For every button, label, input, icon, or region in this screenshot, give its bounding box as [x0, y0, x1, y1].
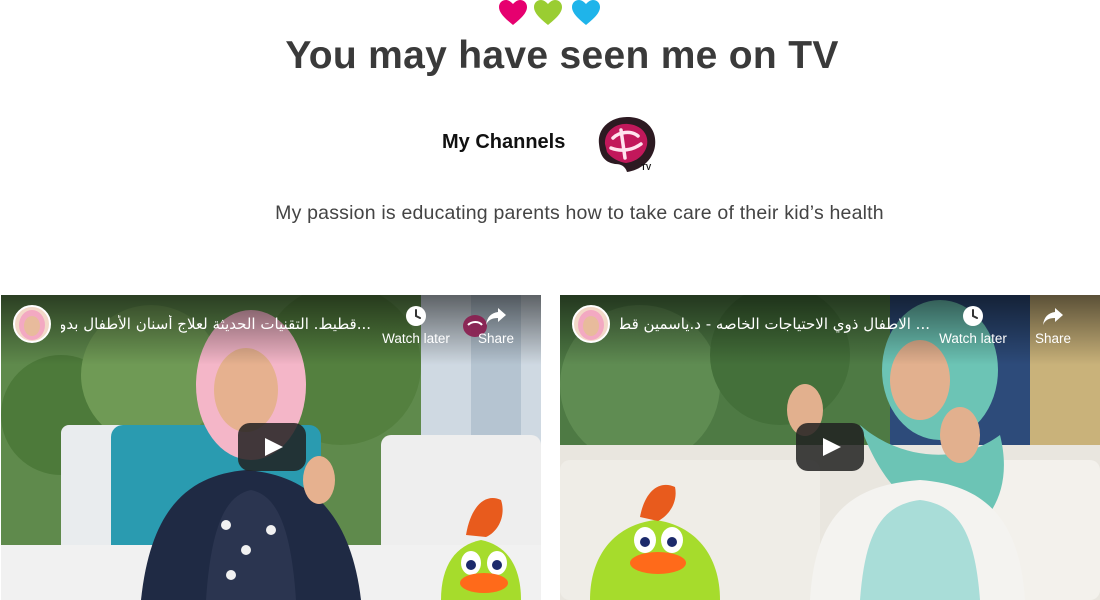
- clock-icon: [406, 306, 426, 326]
- video-title[interactable]: ...قطيط. التقنيات الحديثة لعلاج أسنان ال…: [61, 315, 371, 333]
- video-embed[interactable]: ... الاطفال ذوي الاحتياجات الخاصه - د.يا…: [560, 295, 1100, 600]
- channel-avatar[interactable]: [572, 305, 610, 343]
- watch-later-label: Watch later: [382, 331, 450, 346]
- watch-later-label: Watch later: [939, 331, 1007, 346]
- share-icon: [1043, 308, 1063, 325]
- page-title: You may have seen me on TV: [285, 34, 839, 77]
- video-embed[interactable]: ...قطيط. التقنيات الحديثة لعلاج أسنان ال…: [1, 295, 541, 600]
- video-title[interactable]: ... الاطفال ذوي الاحتياجات الخاصه - د.يا…: [620, 315, 930, 333]
- play-button[interactable]: [238, 423, 306, 471]
- share-label: Share: [1034, 331, 1072, 346]
- channels-label: My Channels: [442, 131, 566, 153]
- play-icon: [265, 438, 283, 456]
- abu-dhabi-tv-logo[interactable]: TV: [591, 114, 659, 174]
- share-icon: [486, 308, 506, 325]
- watch-later-button[interactable]: Watch later: [381, 305, 451, 346]
- page-subtitle: My passion is educating parents how to t…: [275, 202, 884, 224]
- svg-text:TV: TV: [641, 163, 652, 172]
- channel-avatar[interactable]: [13, 305, 51, 343]
- share-button[interactable]: Share: [1018, 305, 1088, 346]
- clock-icon: [963, 306, 983, 326]
- share-label: Share: [477, 331, 515, 346]
- heart-icon: [534, 0, 562, 25]
- play-button[interactable]: [796, 423, 864, 471]
- hearts-decoration: [0, 0, 1100, 26]
- share-button[interactable]: Share: [461, 305, 531, 346]
- heart-icon: [572, 0, 600, 25]
- play-icon: [823, 438, 841, 456]
- watch-later-button[interactable]: Watch later: [938, 305, 1008, 346]
- heart-icon: [499, 0, 527, 25]
